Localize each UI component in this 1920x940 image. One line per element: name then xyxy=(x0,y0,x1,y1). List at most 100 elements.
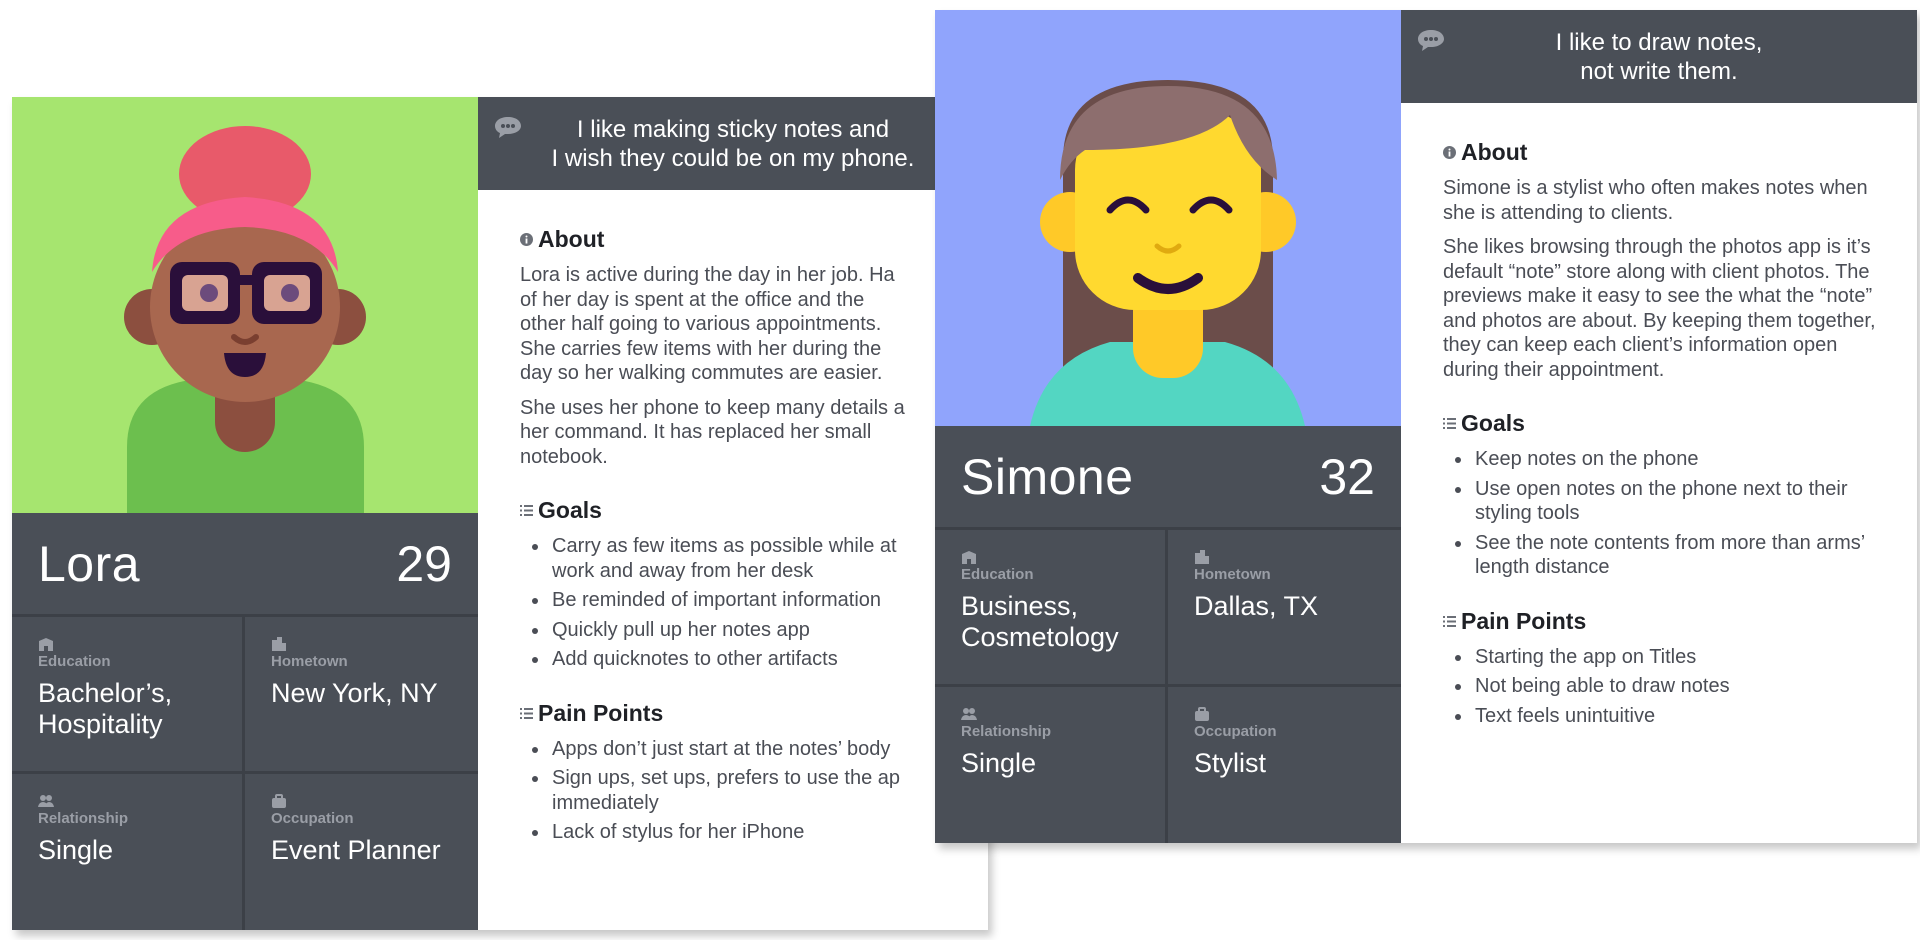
briefcase-icon xyxy=(1195,706,1209,721)
persona-details-panel: I like making sticky notes and I wish th… xyxy=(478,97,988,930)
pain-points-section: Pain Points Starting the app on Titles N… xyxy=(1443,608,1893,729)
section-title: About xyxy=(538,226,605,252)
info-icon xyxy=(1443,146,1456,159)
persona-age: 29 xyxy=(396,535,452,592)
section-title: Pain Points xyxy=(1461,607,1587,634)
chat-bubble-icon xyxy=(1418,30,1444,51)
stat-value: Event Planner xyxy=(271,834,441,865)
stat-value: Business, Cosmetology xyxy=(961,591,1119,652)
pain-points-list: Starting the app on Titles Not being abl… xyxy=(1443,645,1893,729)
section-header: Goals xyxy=(520,497,964,524)
stat-value: New York, NY xyxy=(271,678,438,708)
pain-points-section: Pain Points Apps don’t just start at the… xyxy=(520,700,964,845)
section-title: Goals xyxy=(538,497,602,523)
section-header: About xyxy=(520,226,964,253)
stat-label: Relationship xyxy=(961,722,1052,740)
list-icon xyxy=(1443,418,1456,429)
school-icon xyxy=(39,638,53,651)
people-icon xyxy=(961,707,977,720)
list-item: Text feels unintuitive xyxy=(1443,704,1893,729)
list-item: Not being able to draw notes xyxy=(1443,674,1893,699)
avatar xyxy=(12,97,478,513)
stat-hometown: Hometown New York, NY xyxy=(245,617,478,774)
stat-value: Stylist xyxy=(1194,747,1267,778)
persona-stats-grid: Education Bachelor’s, Hospitality Hometo… xyxy=(12,617,478,930)
stat-relationship: Relationship Single xyxy=(12,773,245,930)
stat-label: Hometown xyxy=(271,653,348,670)
stat-label: Hometown xyxy=(1194,566,1271,583)
persona-quote: I like to draw notes, not write them. xyxy=(1401,10,1917,103)
name-age-row: Simone 32 xyxy=(935,426,1401,530)
list-icon xyxy=(1443,615,1456,627)
stat-label: Occupation xyxy=(1194,722,1277,740)
list-item: Use open notes on the phone next to thei… xyxy=(1443,477,1893,526)
stat-value: Bachelor’s, Hospitality xyxy=(38,678,173,739)
avatar xyxy=(935,10,1401,426)
list-item: Sign ups, set ups, prefers to use the ap… xyxy=(520,766,964,815)
goals-list: Carry as few items as possible while at … xyxy=(520,534,964,672)
about-section: About Lora is active during the day in h… xyxy=(520,226,964,469)
stat-value: Dallas, TX xyxy=(1194,591,1319,621)
persona-profile-panel: Simone 32 Education Business, Cosmetolog… xyxy=(935,10,1401,843)
about-paragraph: She likes browsing through the photos ap… xyxy=(1443,236,1876,381)
chat-bubble-icon xyxy=(495,117,521,138)
avatar-illustration xyxy=(12,97,478,513)
persona-card-lora: Lora 29 Education Bachelor’s, Hospitalit… xyxy=(12,97,988,930)
persona-name: Simone xyxy=(961,448,1134,505)
persona-stats-grid: Education Business, Cosmetology Hometown… xyxy=(935,530,1401,843)
list-item: See the note contents from more than arm… xyxy=(1443,531,1893,580)
stat-occupation: Occupation Stylist xyxy=(1168,686,1401,843)
list-item: Carry as few items as possible while at … xyxy=(520,534,964,583)
briefcase-icon xyxy=(272,793,286,808)
list-icon xyxy=(520,505,533,516)
list-icon xyxy=(520,707,533,719)
stat-label: Relationship xyxy=(38,809,129,827)
quote-text: I like making sticky notes and I wish th… xyxy=(551,115,915,172)
persona-quote: I like making sticky notes and I wish th… xyxy=(478,97,988,190)
goals-section: Goals Keep notes on the phone Use open n… xyxy=(1443,410,1893,580)
persona-content: About Simone is a stylist who often make… xyxy=(1401,103,1917,756)
about-paragraph: Simone is a stylist who often makes note… xyxy=(1443,177,1868,224)
city-icon xyxy=(1195,550,1209,564)
about-section: About Simone is a stylist who often make… xyxy=(1443,139,1893,382)
section-title: About xyxy=(1461,139,1528,165)
list-item: Be reminded of important information xyxy=(520,588,964,613)
stat-label: Education xyxy=(38,653,111,670)
stat-label: Education xyxy=(961,566,1034,583)
about-paragraph: Lora is active during the day in her job… xyxy=(520,264,895,384)
pain-points-list: Apps don’t just start at the notes’ body… xyxy=(520,737,964,845)
list-item: Quickly pull up her notes app xyxy=(520,618,964,643)
persona-profile-panel: Lora 29 Education Bachelor’s, Hospitalit… xyxy=(12,97,478,930)
section-header: Goals xyxy=(1443,410,1893,437)
section-header: Pain Points xyxy=(520,700,964,727)
avatar-illustration xyxy=(935,10,1401,426)
city-icon xyxy=(272,637,286,651)
section-header: About xyxy=(1443,139,1893,166)
list-item: Lack of stylus for her iPhone xyxy=(520,820,964,845)
list-item: Add quicknotes to other artifacts xyxy=(520,647,964,672)
list-item: Starting the app on Titles xyxy=(1443,645,1893,670)
stat-education: Education Bachelor’s, Hospitality xyxy=(12,617,245,774)
stat-relationship: Relationship Single xyxy=(935,686,1168,843)
info-icon xyxy=(520,233,533,246)
section-title: Goals xyxy=(1461,410,1525,436)
stat-education: Education Business, Cosmetology xyxy=(935,530,1168,687)
section-title: Pain Points xyxy=(538,699,664,726)
persona-age: 32 xyxy=(1319,448,1375,505)
persona-card-simone: Simone 32 Education Business, Cosmetolog… xyxy=(935,10,1917,843)
about-paragraph: She uses her phone to keep many details … xyxy=(520,396,905,468)
people-icon xyxy=(38,794,54,807)
stat-value: Single xyxy=(38,834,114,865)
stat-hometown: Hometown Dallas, TX xyxy=(1168,530,1401,687)
persona-details-panel: I like to draw notes, not write them. Ab… xyxy=(1401,10,1917,843)
persona-content: About Lora is active during the day in h… xyxy=(478,190,988,873)
list-item: Keep notes on the phone xyxy=(1443,447,1893,472)
quote-text: I like to draw notes, not write them. xyxy=(1555,28,1763,85)
section-header: Pain Points xyxy=(1443,608,1893,635)
stat-label: Occupation xyxy=(271,809,354,827)
name-age-row: Lora 29 xyxy=(12,513,478,617)
stat-value: Single xyxy=(961,747,1037,778)
list-item: Apps don’t just start at the notes’ body xyxy=(520,737,964,762)
goals-list: Keep notes on the phone Use open notes o… xyxy=(1443,447,1893,580)
goals-section: Goals Carry as few items as possible whi… xyxy=(520,497,964,672)
